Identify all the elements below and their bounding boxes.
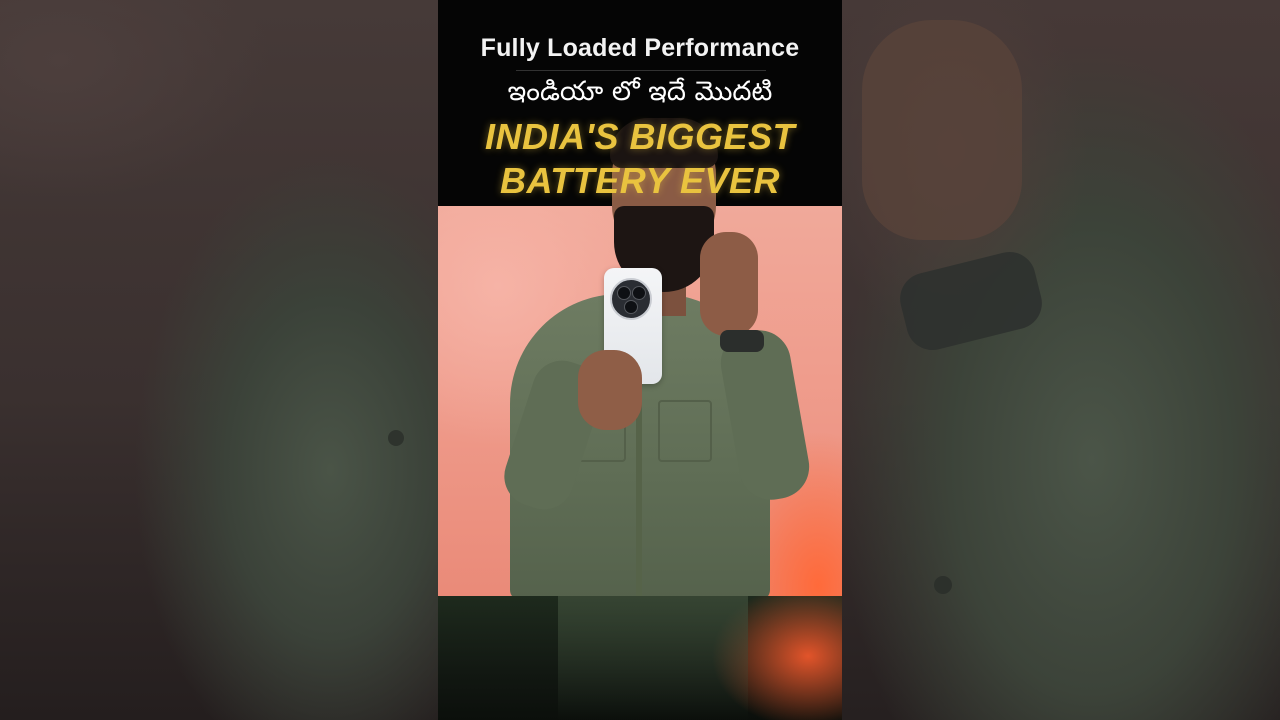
camera-lens <box>617 286 631 300</box>
blurred-watch <box>894 246 1048 356</box>
blurred-backdrop-right <box>842 0 1280 720</box>
blurred-fist <box>862 20 1022 240</box>
video-player[interactable]: Fully Loaded Performance ఇండియా లో ఇదే మ… <box>438 0 842 720</box>
shorts-video-frame[interactable]: Fully Loaded Performance ఇండియా లో ఇదే మ… <box>0 0 1280 720</box>
shirt-button <box>388 430 404 446</box>
caption-telugu: ఇండియా లో ఇదే మొదటి <box>507 76 773 107</box>
wristwatch <box>720 330 764 352</box>
caption-highlight-line-1: INDIA'S BIGGEST <box>484 116 796 157</box>
presenter-hand-left <box>578 350 642 430</box>
table-reflection <box>558 596 748 720</box>
blurred-backdrop-left <box>0 0 438 720</box>
caption-divider <box>516 70 766 71</box>
caption-title: Fully Loaded Performance <box>480 34 800 62</box>
caption-highlight-line-2: BATTERY EVER <box>499 160 781 201</box>
table-surface <box>438 596 842 720</box>
camera-lens <box>632 286 646 300</box>
shirt-button <box>934 576 952 594</box>
presenter-hand-right <box>700 232 758 336</box>
camera-module-icon <box>610 278 652 320</box>
shirt-pocket-right <box>658 400 712 462</box>
camera-lens <box>624 300 638 314</box>
